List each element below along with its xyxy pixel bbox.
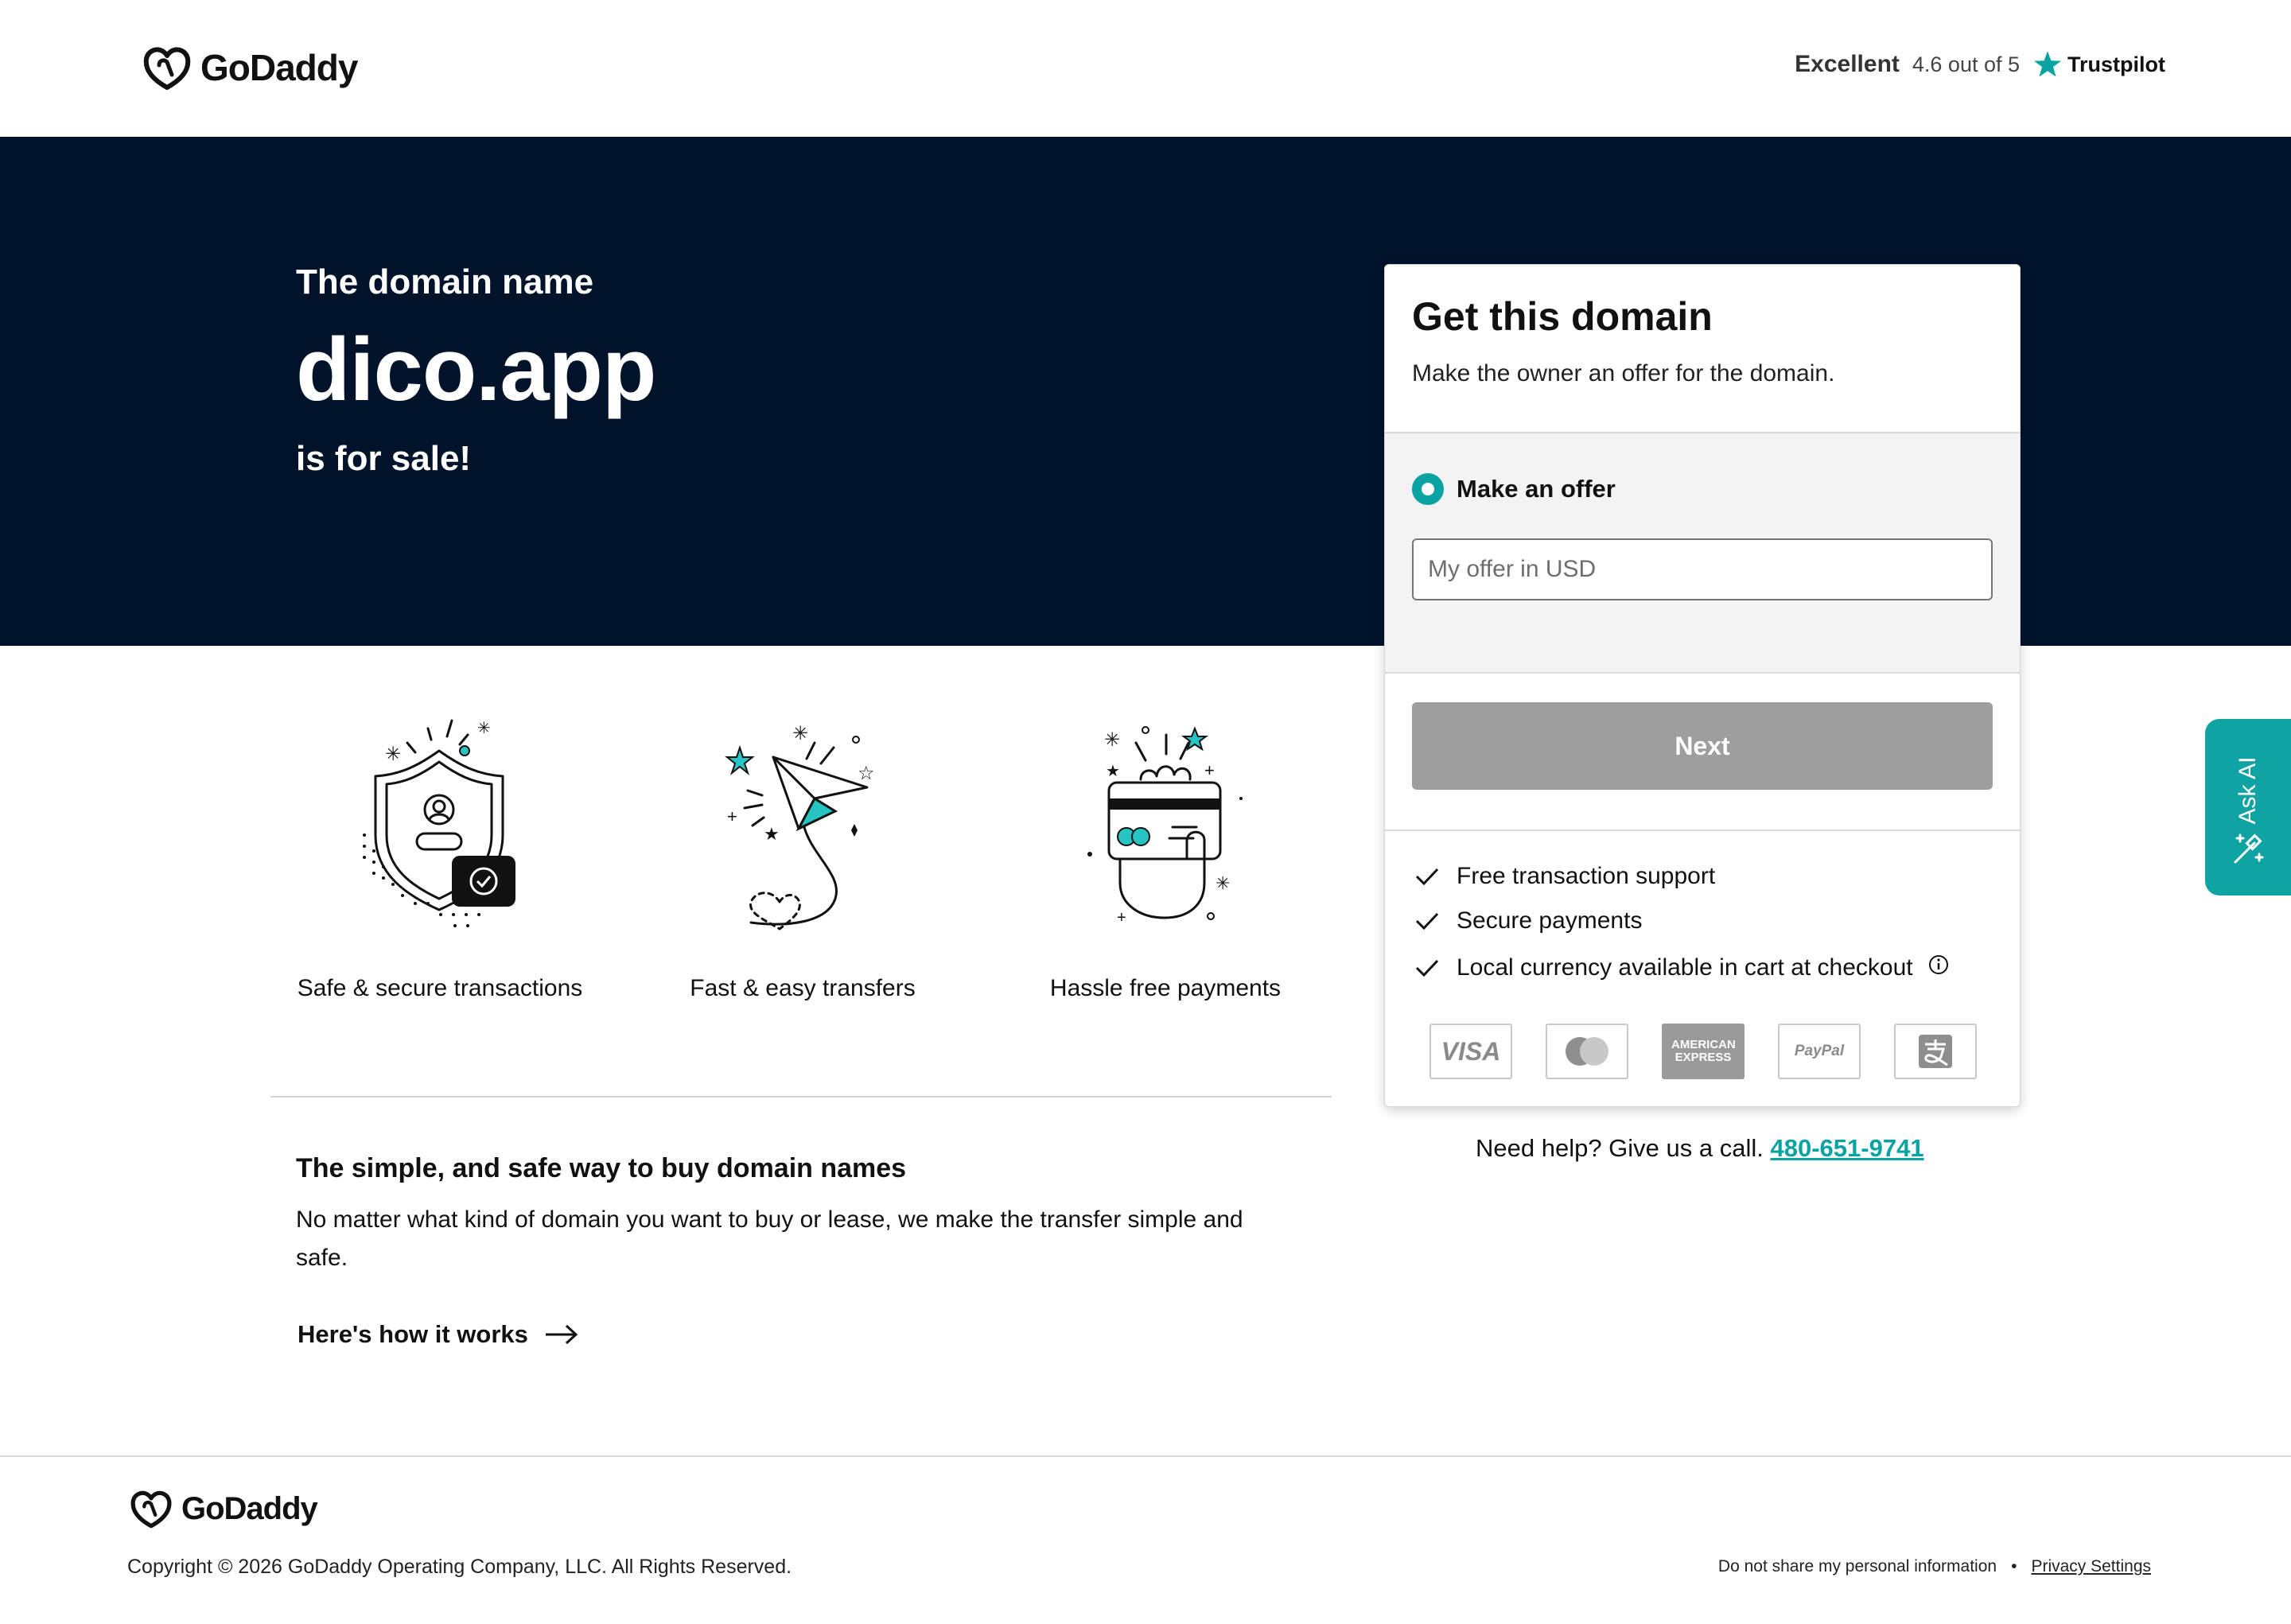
- card-subtitle: Make the owner an offer for the domain.: [1412, 360, 1835, 387]
- godaddy-heart-icon: [130, 1490, 172, 1529]
- offer-section: Make an offer: [1385, 432, 2020, 674]
- checkmark-icon: [1412, 911, 1442, 931]
- bullet-separator: •: [2011, 1557, 2017, 1575]
- ask-ai-label: Ask AI: [2235, 756, 2261, 825]
- feature-text: Secure payments: [1457, 907, 1643, 934]
- help-text: Need help? Give us a call.: [1476, 1134, 1764, 1162]
- footer-links: Do not share my personal information • P…: [1718, 1557, 2151, 1576]
- do-not-share-link[interactable]: Do not share my personal information: [1718, 1557, 1997, 1576]
- help-line: Need help? Give us a call. 480-651-9741: [1476, 1134, 1924, 1163]
- svg-text:+: +: [727, 806, 737, 826]
- footer-logo-wordmark: GoDaddy: [181, 1490, 318, 1526]
- feature-text: Local currency available in cart at chec…: [1457, 954, 1913, 981]
- paypal-icon: PayPal: [1778, 1024, 1861, 1079]
- feature-item: Secure payments: [1412, 907, 1642, 934]
- godaddy-logo[interactable]: GoDaddy: [142, 43, 358, 92]
- alipay-icon: [1894, 1024, 1977, 1079]
- visa-icon: VISA: [1429, 1024, 1512, 1079]
- rating-score: 4.6 out of 5: [1912, 52, 2020, 76]
- svg-text:☆: ☆: [858, 763, 875, 784]
- visa-text: VISA: [1441, 1036, 1501, 1066]
- checkmark-icon: [1412, 866, 1442, 887]
- card-divider: [1385, 829, 2020, 831]
- feature-item: Local currency available in cart at chec…: [1412, 954, 1950, 982]
- phone-link[interactable]: 480-651-9741: [1771, 1134, 1924, 1162]
- trustpilot-brand: Trustpilot: [2032, 49, 2165, 80]
- paypal-text: PayPal: [1794, 1043, 1845, 1059]
- top-bar: GoDaddy Excellent 4.6 out of 5 Trustpilo…: [0, 0, 2291, 137]
- payment-methods: VISA AMERICAN EXPRESS PayPal: [1429, 1024, 1977, 1079]
- copyright-text: Copyright © 2026 GoDaddy Operating Compa…: [127, 1556, 792, 1578]
- info-icon[interactable]: [1927, 954, 1950, 982]
- paper-plane-icon: ✳ ☆ + ★: [716, 719, 891, 938]
- how-it-works-label: Here's how it works: [298, 1320, 528, 1348]
- mastercard-icon: [1546, 1024, 1628, 1079]
- svg-text:+: +: [1117, 909, 1126, 927]
- trustpilot-label: Trustpilot: [2067, 52, 2165, 76]
- svg-text:★: ★: [1106, 763, 1120, 780]
- amex-icon: AMERICAN EXPRESS: [1662, 1024, 1745, 1079]
- arrow-right-icon: [545, 1324, 578, 1345]
- feature-text: Free transaction support: [1457, 863, 1716, 889]
- feature-label-fast: Fast & easy transfers: [690, 975, 916, 1001]
- ask-ai-button[interactable]: Ask AI: [2205, 719, 2291, 896]
- feature-label-safe: Safe & secure transactions: [297, 975, 583, 1001]
- footer-godaddy-logo[interactable]: GoDaddy: [129, 1487, 318, 1530]
- svg-text:★: ★: [764, 824, 780, 844]
- offer-amount-input[interactable]: [1412, 538, 1993, 600]
- hero-post-text: is for sale!: [296, 439, 472, 478]
- privacy-settings-link[interactable]: Privacy Settings: [2031, 1557, 2151, 1576]
- footer-divider: [0, 1455, 2291, 1457]
- svg-text:✳: ✳: [792, 723, 808, 744]
- hero-pre-text: The domain name: [296, 262, 594, 301]
- rating-word: Excellent: [1795, 51, 1900, 77]
- shield-icon: ✳ ✳: [352, 716, 527, 934]
- get-domain-card: Get this domain Make the owner an offer …: [1384, 264, 2021, 1107]
- svg-text:✳: ✳: [385, 744, 401, 765]
- godaddy-heart-icon: [143, 47, 191, 90]
- checkmark-icon: [1412, 958, 1442, 978]
- domain-name: dico.app: [296, 320, 656, 419]
- svg-text:✳: ✳: [1104, 729, 1120, 751]
- svg-text:✳: ✳: [477, 720, 491, 737]
- trustpilot-rating[interactable]: Excellent 4.6 out of 5 Trustpilot: [1795, 49, 2165, 80]
- section-divider: [270, 1096, 1332, 1098]
- svg-text:✳: ✳: [1216, 873, 1230, 893]
- feature-item: Free transaction support: [1412, 863, 1715, 890]
- amex-text: AMERICAN EXPRESS: [1671, 1038, 1736, 1064]
- trustpilot-star-icon: [2033, 51, 2062, 77]
- logo-wordmark: GoDaddy: [200, 47, 358, 88]
- make-offer-radio[interactable]: [1412, 473, 1444, 505]
- next-button[interactable]: Next: [1412, 702, 1993, 790]
- feature-label-hassle: Hassle free payments: [1049, 975, 1282, 1001]
- magic-wand-icon: [2234, 833, 2264, 864]
- card-title: Get this domain: [1412, 294, 1713, 339]
- card-hand-icon: ✳ + ★ ✳ +: [1077, 719, 1260, 938]
- svg-text:+: +: [1204, 760, 1215, 780]
- make-offer-label[interactable]: Make an offer: [1457, 475, 1616, 503]
- info-title: The simple, and safe way to buy domain n…: [296, 1153, 907, 1183]
- info-body: No matter what kind of domain you want t…: [296, 1206, 1243, 1271]
- how-it-works-link[interactable]: Here's how it works: [298, 1320, 579, 1349]
